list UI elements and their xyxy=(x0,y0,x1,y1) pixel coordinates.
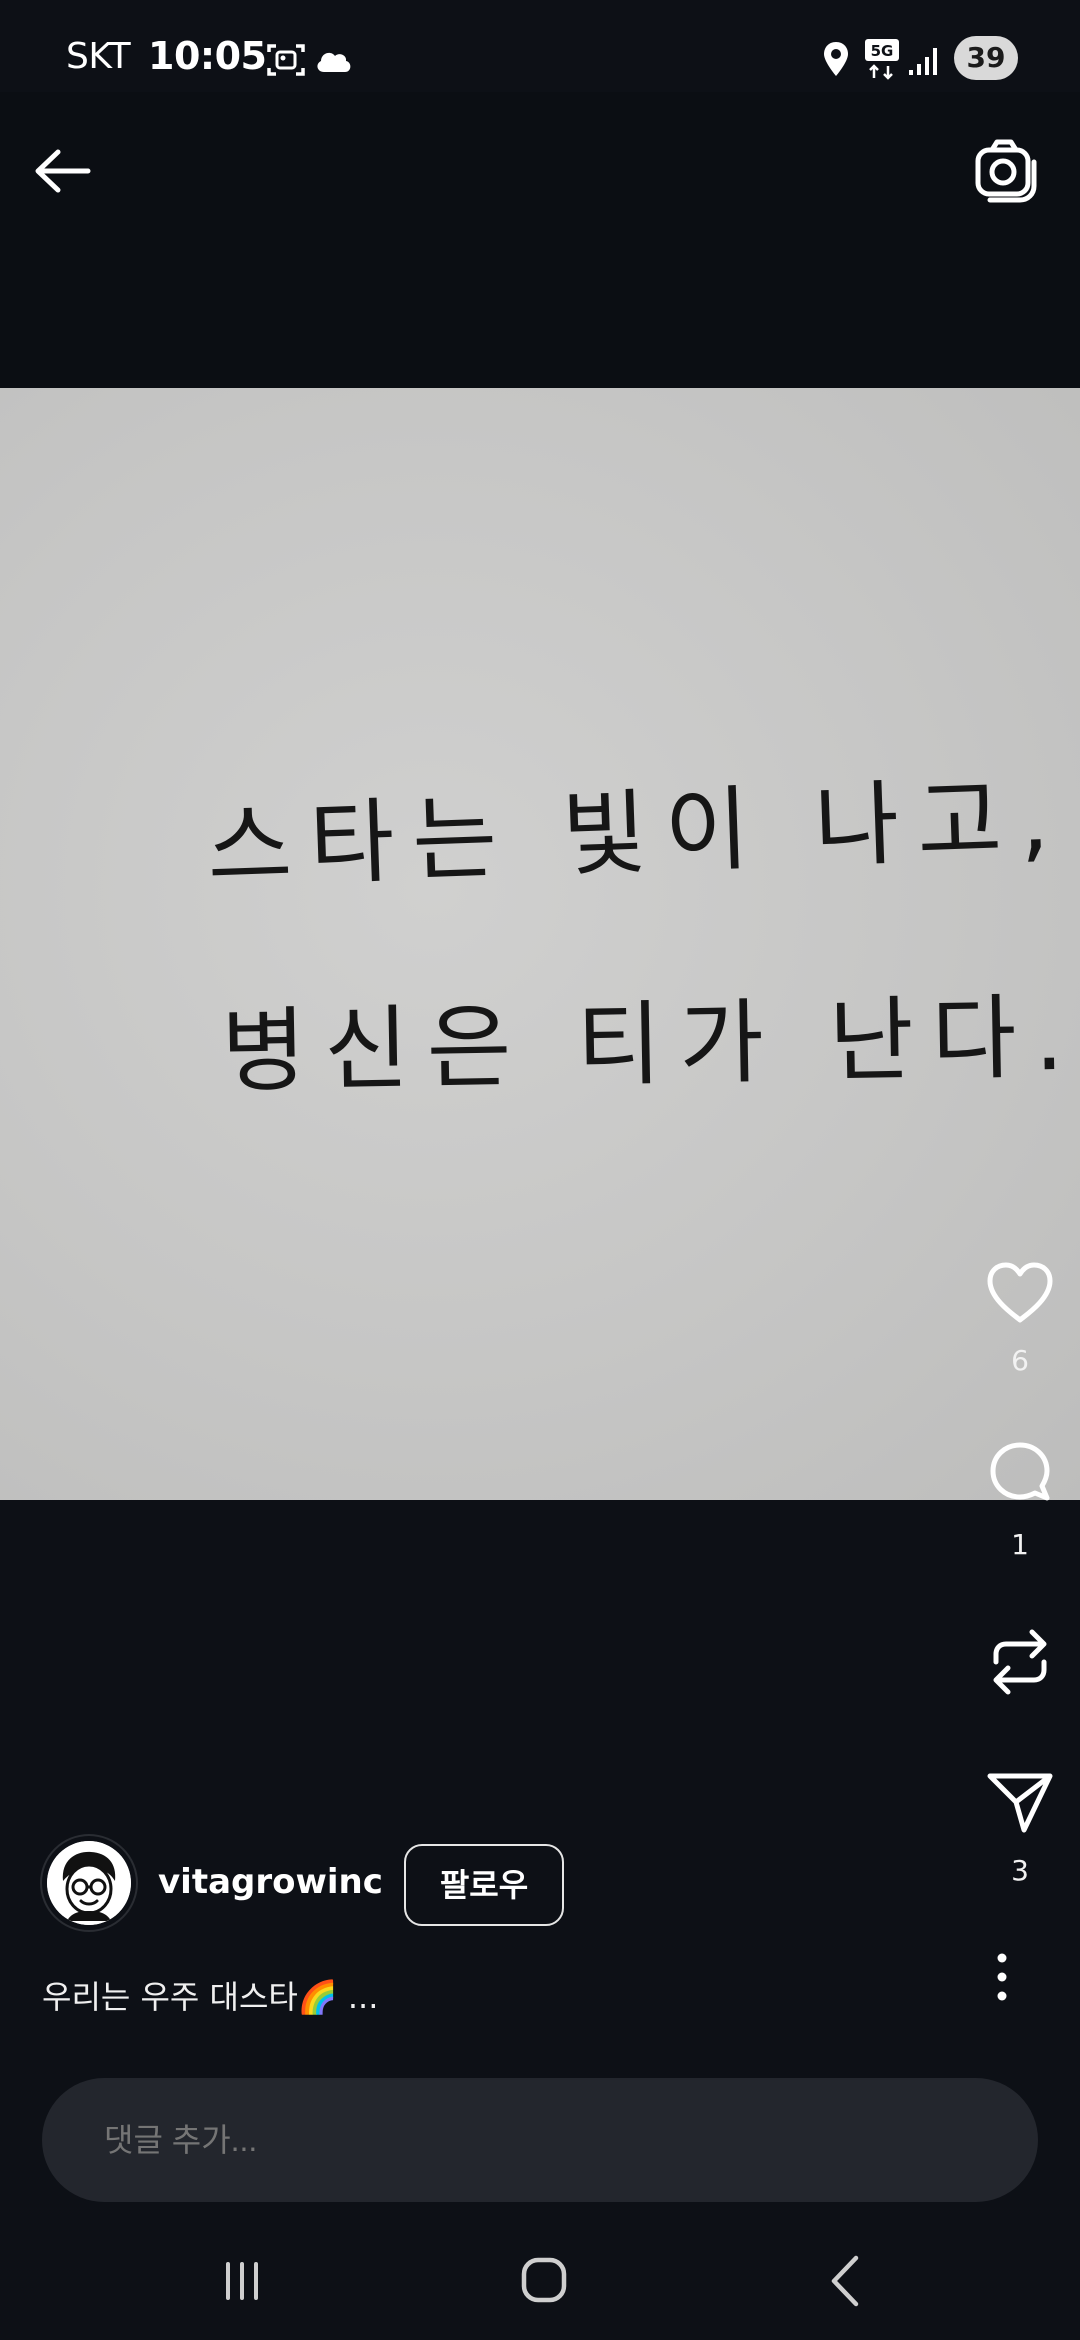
back-arrow-icon[interactable] xyxy=(30,138,96,204)
signal-icon xyxy=(909,48,937,75)
like-count: 6 xyxy=(1011,1344,1029,1377)
follow-button[interactable]: 팔로우 xyxy=(404,1844,564,1926)
carrier-label: SKT xyxy=(66,36,131,77)
avatar-illustration xyxy=(47,1841,131,1925)
5g-icon: 5G xyxy=(865,39,899,80)
more-icon[interactable] xyxy=(984,1952,1020,2002)
comment-count: 1 xyxy=(1011,1528,1029,1561)
username[interactable]: vitagrowinc xyxy=(158,1862,383,1902)
send-icon[interactable] xyxy=(984,1768,1056,1836)
system-nav-bar xyxy=(0,2220,1080,2340)
heart-icon[interactable] xyxy=(984,1260,1056,1326)
share-count: 3 xyxy=(1011,1854,1029,1887)
handwritten-text-line-1: 스타는 빛이 나고, xyxy=(205,765,1068,902)
comment-action: 1 xyxy=(960,1438,1080,1561)
avatar[interactable] xyxy=(42,1836,136,1930)
top-bar xyxy=(0,92,1080,388)
comment-input[interactable] xyxy=(42,2078,1038,2202)
recent-apps-icon[interactable] xyxy=(202,2246,282,2316)
location-icon xyxy=(824,42,848,76)
network-type-label: 5G xyxy=(871,42,894,60)
repost-action xyxy=(960,1624,1080,1700)
handwritten-text-line-2: 병신은 티가 난다. xyxy=(221,984,1080,1106)
repost-icon[interactable] xyxy=(984,1624,1056,1700)
comment-icon[interactable] xyxy=(984,1438,1056,1510)
comment-bar xyxy=(0,2060,1080,2220)
cloud-icon xyxy=(317,52,351,72)
screenshot-icon xyxy=(267,44,305,76)
status-bar: SKT 10:05 5G 39 xyxy=(0,0,1080,92)
like-action: 6 xyxy=(960,1260,1080,1377)
post-image[interactable]: 스타는 빛이 나고, 병신은 티가 난다. xyxy=(0,388,1080,1500)
home-icon[interactable] xyxy=(504,2246,584,2316)
back-icon[interactable] xyxy=(806,2246,886,2316)
battery-icon: 39 xyxy=(954,36,1018,80)
camera-icon[interactable] xyxy=(970,136,1040,206)
post-caption[interactable]: 우리는 우주 대스타🌈 ... xyxy=(42,1972,378,2018)
share-action: 3 xyxy=(960,1768,1080,1887)
clock: 10:05 xyxy=(148,34,267,78)
author-row: vitagrowinc 팔로우 xyxy=(42,1836,942,1932)
